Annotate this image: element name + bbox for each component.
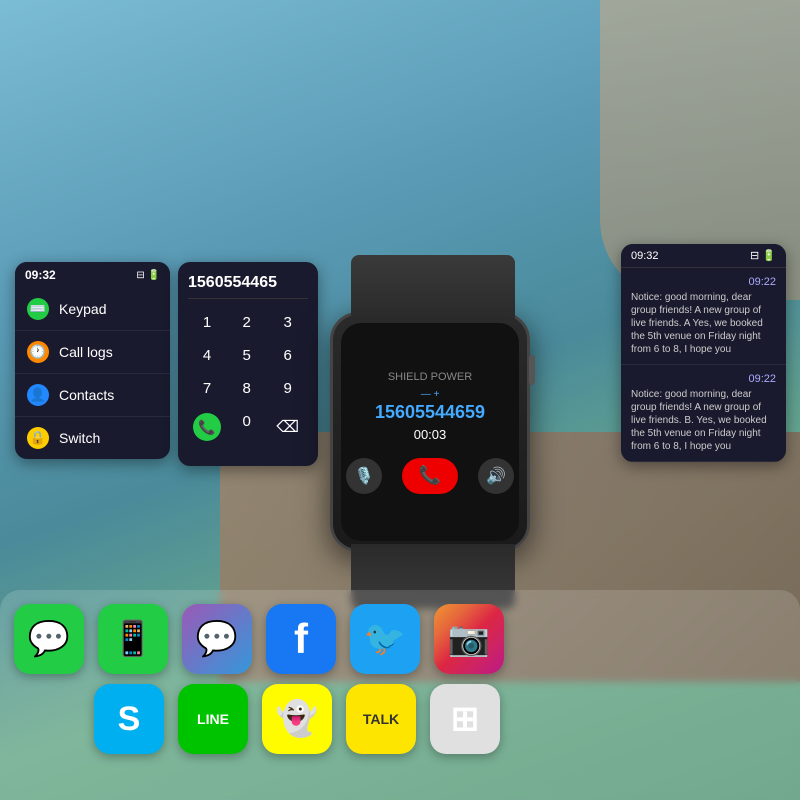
apps-row-2: S LINE 👻 TALK ⊞: [14, 684, 786, 754]
notif-msg-time-1: 09:22: [631, 373, 776, 385]
watch-side-button[interactable]: [529, 355, 535, 385]
app-messenger[interactable]: 💬: [182, 604, 252, 674]
whatsapp-icon: 📱: [112, 619, 154, 659]
app-grid-app[interactable]: ⊞: [430, 684, 500, 754]
notif-msg-time-0: 09:22: [631, 276, 776, 288]
watch-call-actions: 🎙️ 📞 🔊: [346, 458, 514, 494]
notif-msg-text-0: Notice: good morning, dear group friends…: [631, 291, 776, 356]
dial-key-3[interactable]: 4: [188, 342, 226, 369]
phone-ui-header: 09:32 ⊟ 🔋: [15, 262, 170, 288]
phone-menu-contacts[interactable]: 👤 Contacts: [15, 374, 170, 417]
app-whatsapp[interactable]: 📱: [98, 604, 168, 674]
phone-ui-panel: 09:32 ⊟ 🔋 ⌨️ Keypad 🕐 Call logs 👤 Contac…: [15, 262, 170, 459]
contacts-label: Contacts: [59, 387, 114, 403]
notification-1: 09:22 Notice: good morning, dear group f…: [621, 365, 786, 462]
dial-key-4[interactable]: 5: [232, 342, 261, 369]
switch-icon: 🔒: [27, 427, 49, 449]
keypad-label: Keypad: [59, 301, 106, 317]
watch-band-top: [351, 255, 515, 320]
dial-key-0[interactable]: 1: [188, 309, 226, 336]
call-logs-label: Call logs: [59, 344, 113, 360]
app-instagram[interactable]: 📷: [434, 604, 504, 674]
facebook-icon: f: [294, 615, 308, 663]
app-facebook[interactable]: f: [266, 604, 336, 674]
phone-menu-keypad[interactable]: ⌨️ Keypad: [15, 288, 170, 331]
watch-call-number: 15605544659: [375, 402, 485, 423]
watch-brand: SHIELD POWER: [388, 371, 472, 383]
kakao-icon: TALK: [363, 711, 399, 727]
grid-app-icon: ⊞: [451, 699, 480, 739]
snapchat-icon: 👻: [276, 699, 318, 739]
dial-key-1[interactable]: 2: [232, 309, 261, 336]
app-kakao[interactable]: TALK: [346, 684, 416, 754]
notif-status: ⊟ 🔋: [750, 249, 776, 262]
keypad-icon: ⌨️: [27, 298, 49, 320]
dial-call-btn[interactable]: 📞: [193, 413, 221, 441]
watch-minus-plus: — +: [421, 389, 440, 400]
notif-msg-text-1: Notice: good morning, dear group friends…: [631, 388, 776, 453]
dial-key-9[interactable]: 📞: [188, 408, 226, 446]
messages-icon: 💬: [28, 619, 70, 659]
watch-end-call-button[interactable]: 📞: [402, 458, 458, 494]
app-snapchat[interactable]: 👻: [262, 684, 332, 754]
watch-wrapper: SHIELD POWER — + 15605544659 00:03 🎙️ 📞 …: [290, 222, 570, 642]
dial-key-6[interactable]: 7: [188, 375, 226, 402]
switch-label: Switch: [59, 430, 100, 446]
dial-key-10[interactable]: 0: [232, 408, 261, 446]
app-twitter[interactable]: 🐦: [350, 604, 420, 674]
phone-menu-call-logs[interactable]: 🕐 Call logs: [15, 331, 170, 374]
app-skype[interactable]: S: [94, 684, 164, 754]
line-icon: LINE: [197, 711, 229, 727]
apps-row-1: 💬 📱 💬 f 🐦 📷: [14, 604, 786, 674]
notification-panel: 09:32 ⊟ 🔋 09:22 Notice: good morning, de…: [621, 244, 786, 462]
phone-menu-switch[interactable]: 🔒 Switch: [15, 417, 170, 459]
app-messages[interactable]: 💬: [14, 604, 84, 674]
phone-status: ⊟ 🔋: [136, 270, 160, 281]
instagram-icon: 📷: [448, 619, 490, 659]
messenger-icon: 💬: [196, 619, 238, 659]
watch-mute-button[interactable]: 🎙️: [346, 458, 382, 494]
dial-key-7[interactable]: 8: [232, 375, 261, 402]
contacts-icon: 👤: [27, 384, 49, 406]
notif-header: 09:32 ⊟ 🔋: [621, 244, 786, 268]
skype-icon: S: [118, 700, 141, 739]
apps-section: 💬 📱 💬 f 🐦 📷 S LINE 👻 TALK ⊞: [0, 590, 800, 800]
notif-time-header: 09:32: [631, 250, 659, 262]
notification-0: 09:22 Notice: good morning, dear group f…: [621, 268, 786, 365]
phone-time: 09:32: [25, 268, 56, 282]
call-logs-icon: 🕐: [27, 341, 49, 363]
watch-call-duration: 00:03: [414, 427, 447, 442]
main-container: Bluetooth call, APP information push. 🎙️…: [0, 0, 800, 800]
watch-volume-button[interactable]: 🔊: [478, 458, 514, 494]
watch-body: SHIELD POWER — + 15605544659 00:03 🎙️ 📞 …: [330, 312, 530, 552]
watch-screen: SHIELD POWER — + 15605544659 00:03 🎙️ 📞 …: [341, 323, 519, 541]
twitter-icon: 🐦: [364, 619, 406, 659]
app-line[interactable]: LINE: [178, 684, 248, 754]
